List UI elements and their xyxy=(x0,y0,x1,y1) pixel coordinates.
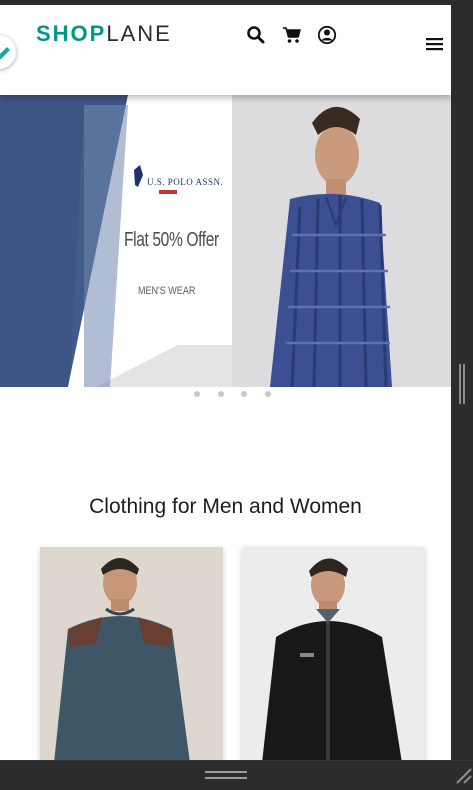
product-card[interactable] xyxy=(40,547,223,760)
product-image-sweatshirt xyxy=(40,547,223,760)
carousel-dot[interactable] xyxy=(265,391,271,397)
bottom-resize-handle[interactable] xyxy=(205,771,247,779)
banner-offer: Flat 50% Offer xyxy=(124,229,219,251)
banner-category: MEN'S WEAR xyxy=(138,285,196,297)
side-resize-handle[interactable] xyxy=(459,364,465,404)
cart-icon[interactable] xyxy=(282,25,304,47)
hero-banner[interactable]: U.S. POLO ASSN. Flat 50% Offer MEN'S WEA… xyxy=(0,95,451,387)
user-icon[interactable] xyxy=(317,25,339,47)
banner-artwork xyxy=(0,95,451,387)
menu-icon[interactable] xyxy=(425,36,445,52)
corner-resize-handle[interactable] xyxy=(455,765,473,785)
logo-shop: SHOP xyxy=(36,21,107,46)
brand-tag xyxy=(159,190,177,194)
edit-pencil-icon[interactable] xyxy=(0,35,16,69)
product-card[interactable] xyxy=(242,547,425,760)
search-icon[interactable] xyxy=(246,25,268,47)
logo-lane: LANE xyxy=(106,21,172,46)
carousel-indicators xyxy=(0,391,451,401)
carousel-dot[interactable] xyxy=(194,391,200,397)
product-image-jacket xyxy=(242,547,425,760)
site-header: SHOPLANE xyxy=(0,5,451,95)
browser-frame: SHOPLANE U.S. POLO ASSN. Flat 50% Offer … xyxy=(0,0,473,787)
banner-brand: U.S. POLO ASSN. xyxy=(147,177,224,187)
section-title: Clothing for Men and Women xyxy=(89,495,362,518)
carousel-dot[interactable] xyxy=(241,391,247,397)
carousel-dot[interactable] xyxy=(218,391,224,397)
site-logo[interactable]: SHOPLANE xyxy=(36,21,172,47)
page-viewport[interactable]: SHOPLANE U.S. POLO ASSN. Flat 50% Offer … xyxy=(0,5,451,760)
